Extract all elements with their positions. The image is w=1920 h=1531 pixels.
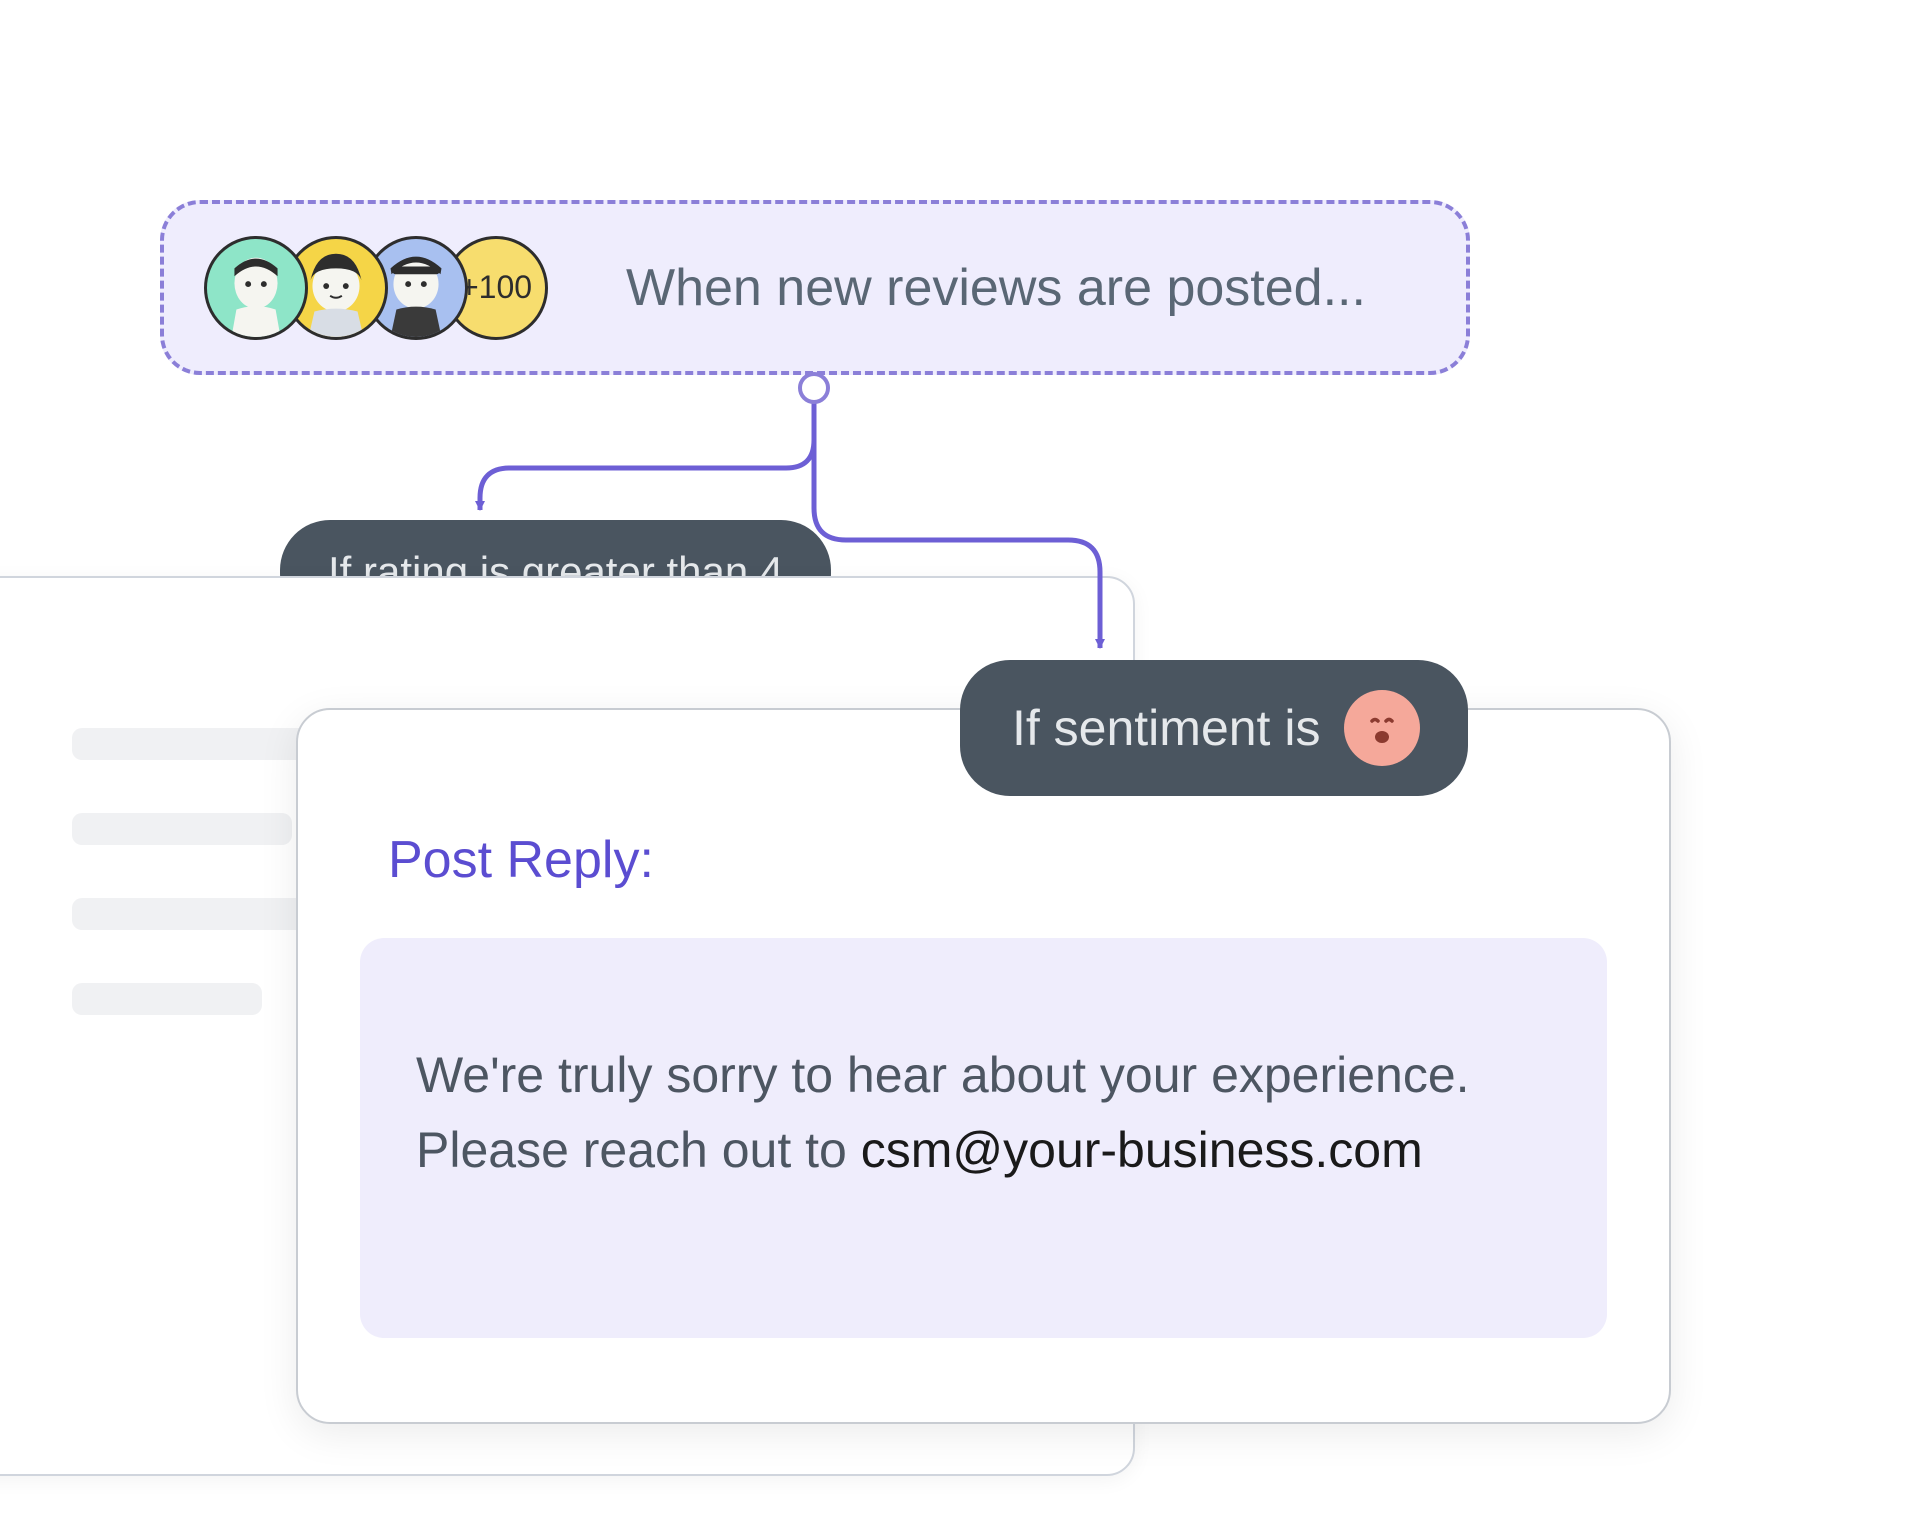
person-icon [207,239,305,337]
skeleton-line [72,983,262,1015]
reply-email: csm@your-business.com [861,1122,1423,1178]
trigger-text: When new reviews are posted... [626,258,1366,318]
skeleton-line [72,898,312,930]
skeleton-line [72,728,312,760]
reply-body[interactable]: We're truly sorry to hear about your exp… [360,938,1607,1338]
connector-node-dot [798,372,830,404]
skeleton-line [72,813,292,845]
trigger-node[interactable]: +100 When new reviews are posted... [160,200,1470,375]
condition-sentiment-pill[interactable]: If sentiment is [960,660,1468,796]
avatar-overflow-label: +100 [460,269,532,306]
workflow-canvas: +100 When new reviews are posted... If r… [0,0,1920,1531]
condition-sentiment-label: If sentiment is [1012,699,1320,757]
avatar-group: +100 [204,236,548,340]
reply-heading: Post Reply: [388,830,1607,890]
sad-face-icon [1344,690,1420,766]
avatar [204,236,308,340]
reply-card: Post Reply: We're truly sorry to hear ab… [296,708,1671,1424]
